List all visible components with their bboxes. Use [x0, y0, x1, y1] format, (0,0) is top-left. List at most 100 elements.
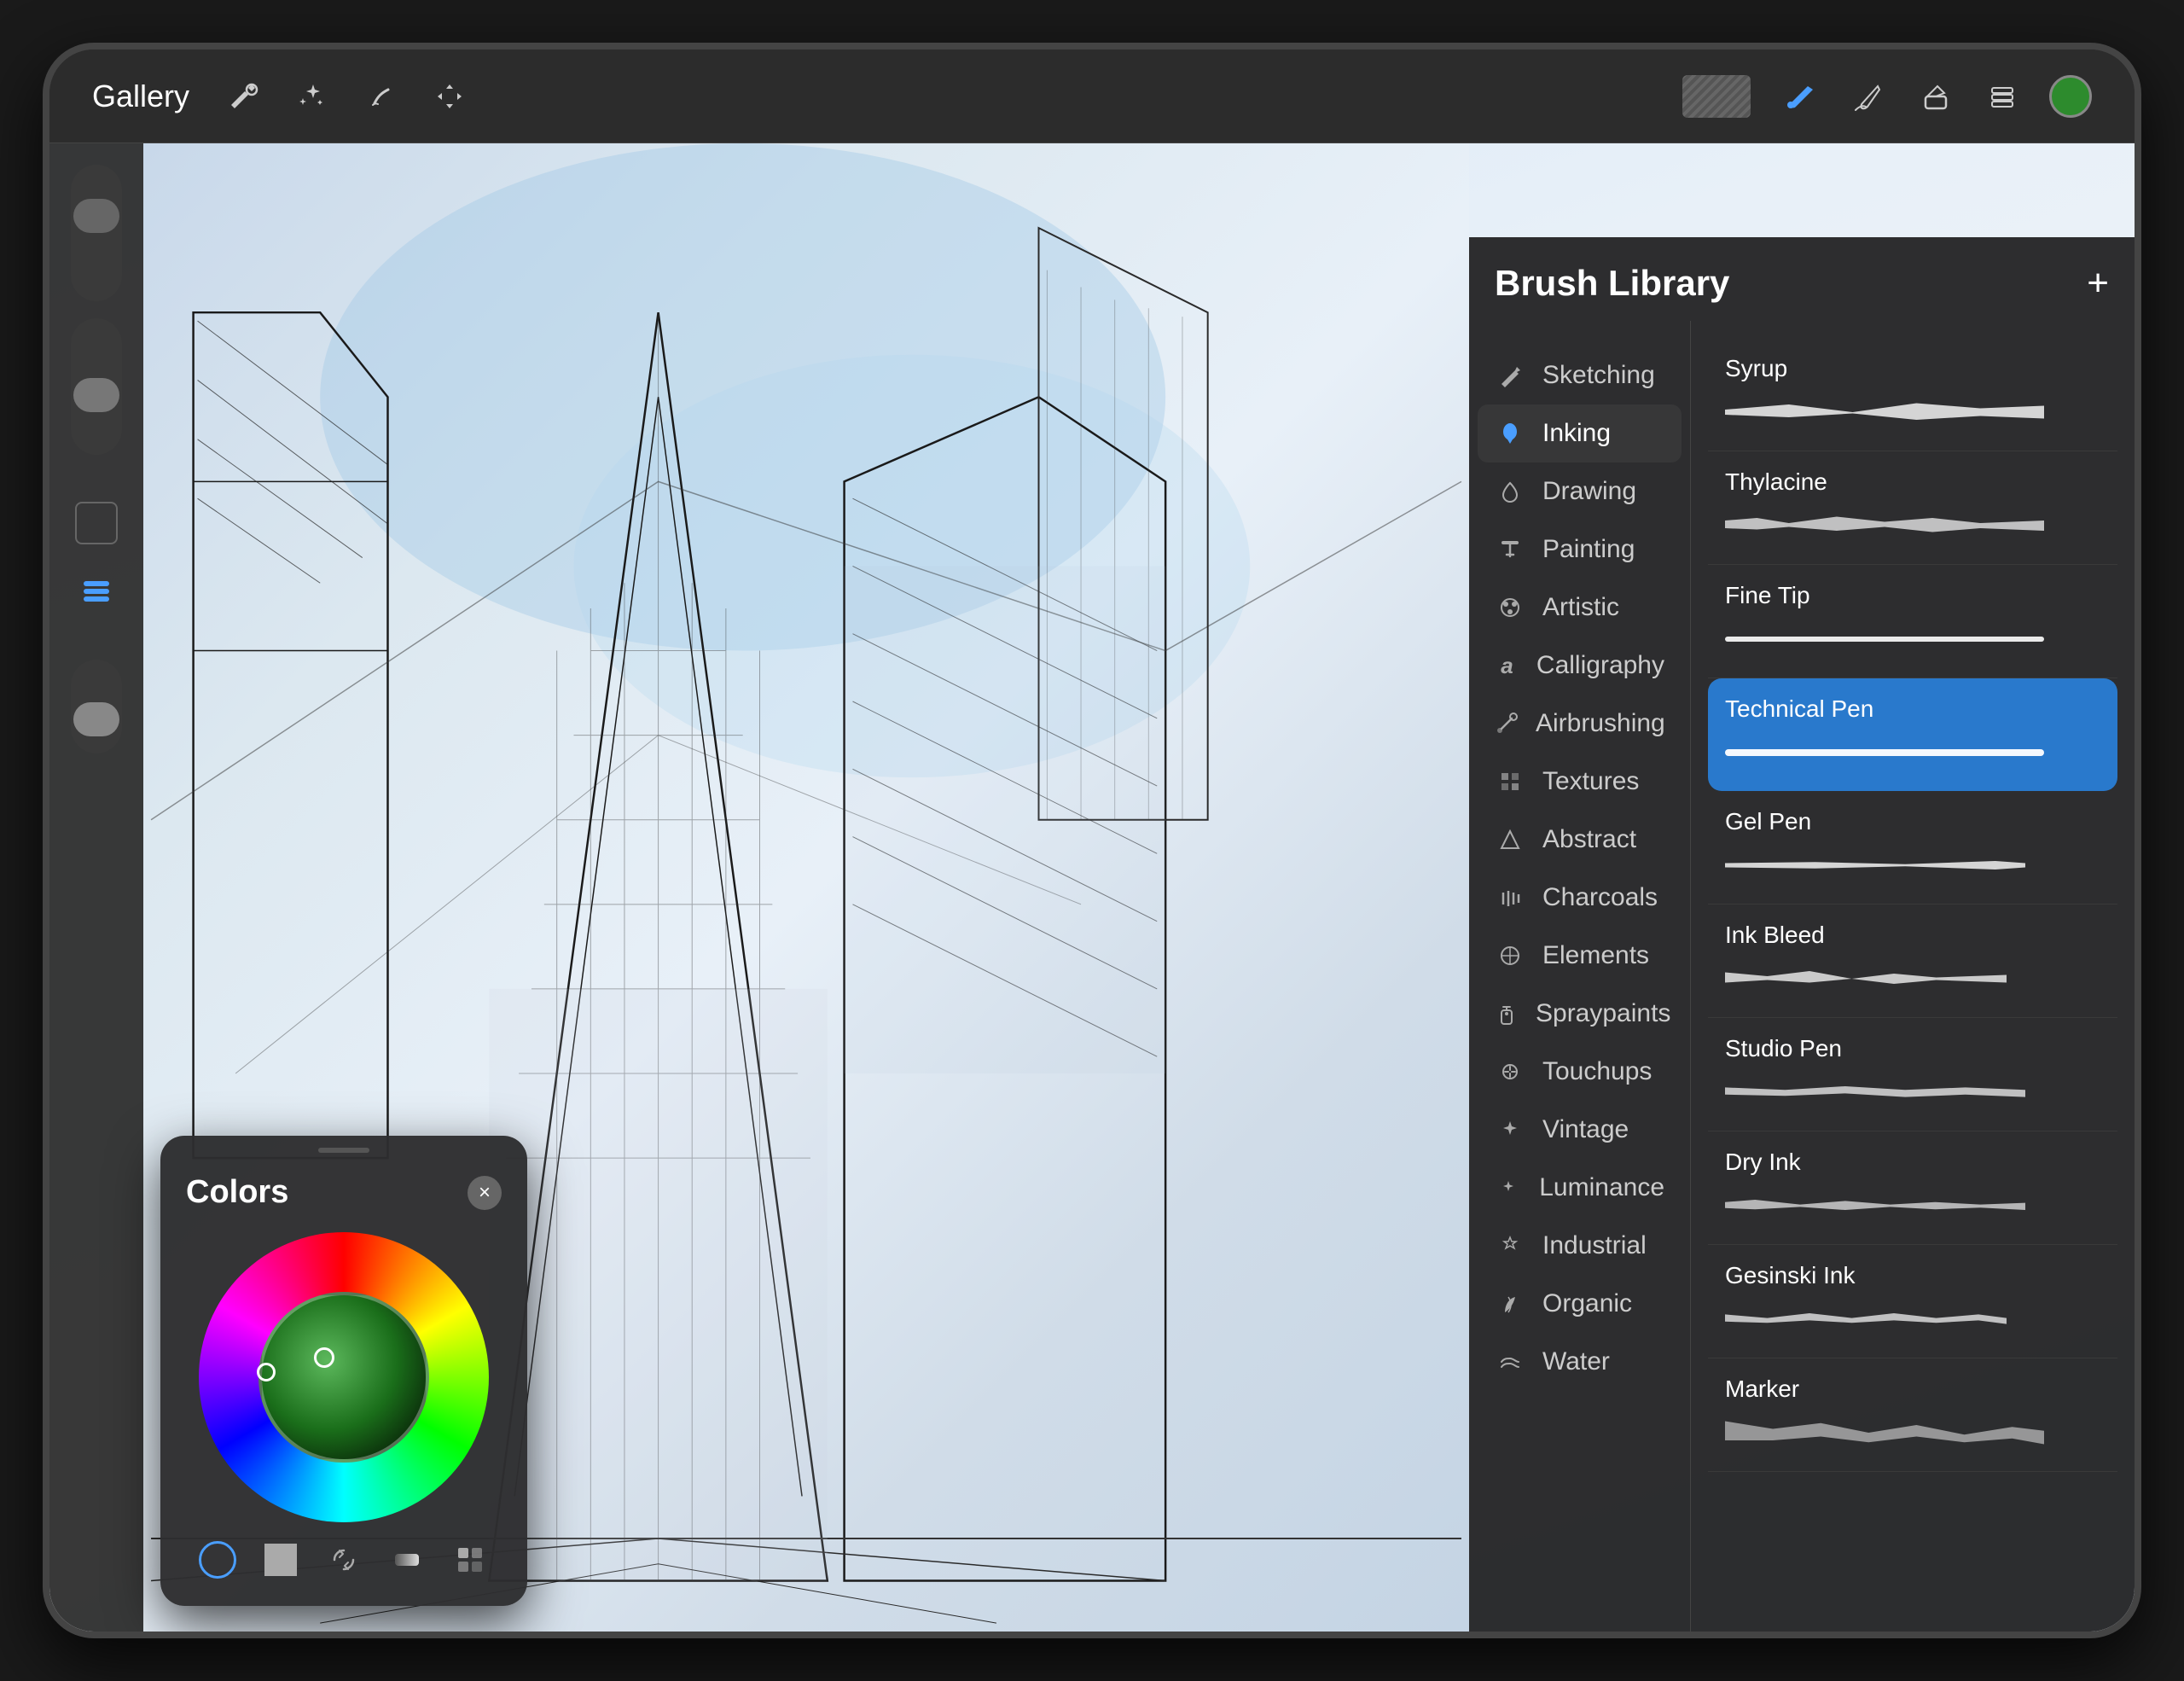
- brush-name-dry-ink: Dry Ink: [1725, 1149, 2100, 1176]
- canvas-area[interactable]: Brush Library + Sketching: [49, 143, 2135, 1632]
- textures-icon: [1495, 766, 1525, 797]
- category-sketching[interactable]: Sketching: [1478, 346, 1682, 404]
- color-selector-dot[interactable]: [314, 1347, 334, 1368]
- category-calligraphy[interactable]: a Calligraphy: [1478, 637, 1682, 695]
- category-artistic[interactable]: Artistic: [1478, 579, 1682, 637]
- vintage-icon: [1495, 1114, 1525, 1145]
- color-square-tool[interactable]: [260, 1539, 301, 1580]
- stroke-preview-thylacine: [1725, 504, 2100, 547]
- brush-item-dry-ink[interactable]: Dry Ink: [1708, 1131, 2117, 1245]
- organic-icon: [1495, 1288, 1525, 1319]
- stroke-preview-dry-ink: [1725, 1184, 2100, 1227]
- stroke-preview-syrup: [1725, 391, 2100, 433]
- opacity-slider[interactable]: [71, 165, 122, 301]
- stroke-shape-gesinski-ink: [1725, 1307, 2007, 1331]
- stroke-shape-technical-pen: [1725, 749, 2044, 756]
- category-charcoals[interactable]: Charcoals: [1478, 869, 1682, 927]
- category-industrial[interactable]: Industrial: [1478, 1217, 1682, 1275]
- secondary-slider[interactable]: [71, 660, 122, 753]
- brush-item-thylacine[interactable]: Thylacine: [1708, 451, 2117, 565]
- artistic-icon: [1495, 592, 1525, 623]
- category-abstract[interactable]: Abstract: [1478, 811, 1682, 869]
- left-panel: [49, 143, 143, 1632]
- category-painting[interactable]: Painting: [1478, 521, 1682, 579]
- color-gradient-tool[interactable]: [386, 1539, 427, 1580]
- color-swatch[interactable]: [2049, 75, 2092, 118]
- colors-popup: Colors ×: [160, 1136, 527, 1606]
- drag-handle: [318, 1148, 369, 1153]
- luminance-icon: [1495, 1172, 1522, 1203]
- brush-item-gel-pen[interactable]: Gel Pen: [1708, 791, 2117, 904]
- category-vintage[interactable]: Vintage: [1478, 1101, 1682, 1159]
- brush-item-studio-pen[interactable]: Studio Pen: [1708, 1018, 2117, 1131]
- painting-icon: [1495, 534, 1525, 565]
- layers-icon[interactable]: [1981, 75, 2024, 118]
- brush-name-syrup: Syrup: [1725, 355, 2100, 382]
- category-spraypaints[interactable]: Spraypaints: [1478, 985, 1682, 1043]
- stroke-shape-thylacine: [1725, 513, 2044, 538]
- brush-item-syrup[interactable]: Syrup: [1708, 338, 2117, 451]
- brush-library-title: Brush Library: [1495, 263, 1729, 304]
- brush-item-marker[interactable]: Marker: [1708, 1358, 2117, 1472]
- color-harmony-tool[interactable]: [323, 1539, 364, 1580]
- water-icon: [1495, 1347, 1525, 1377]
- abstract-icon: [1495, 824, 1525, 855]
- inking-icon: [1495, 418, 1525, 449]
- color-disc-tool[interactable]: [197, 1539, 238, 1580]
- category-luminance[interactable]: Luminance: [1478, 1159, 1682, 1217]
- stroke-shape-ink-bleed: [1725, 966, 2007, 992]
- colors-header: Colors ×: [186, 1161, 502, 1211]
- category-water[interactable]: Water: [1478, 1333, 1682, 1391]
- brush-tool-icon[interactable]: [1776, 75, 1819, 118]
- color-palette-tool[interactable]: [450, 1539, 491, 1580]
- disc-icon: [199, 1541, 236, 1579]
- brush-name-marker: Marker: [1725, 1376, 2100, 1403]
- category-organic[interactable]: Organic: [1478, 1275, 1682, 1333]
- stroke-shape-dry-ink: [1725, 1194, 2025, 1218]
- brush-item-gesinski-ink[interactable]: Gesinski Ink: [1708, 1245, 2117, 1358]
- color-wheel-container[interactable]: [199, 1232, 489, 1522]
- undo-button[interactable]: [75, 502, 118, 544]
- stroke-shape-marker: [1725, 1414, 2044, 1452]
- brush-list-inner: Syrup Thylacine: [1691, 338, 2135, 1472]
- category-touchups[interactable]: Touchups: [1478, 1043, 1682, 1101]
- gallery-button[interactable]: Gallery: [92, 79, 189, 114]
- drawing-icon: [1495, 476, 1525, 507]
- toolbar-icons: [224, 75, 471, 118]
- square-icon: [264, 1544, 297, 1576]
- color-wheel-inner[interactable]: [258, 1292, 429, 1463]
- airbrushing-icon: [1495, 708, 1519, 739]
- stroke-shape-gel-pen: [1725, 855, 2025, 876]
- stroke-preview-gel-pen: [1725, 844, 2100, 887]
- colors-close-button[interactable]: ×: [468, 1176, 502, 1210]
- category-elements[interactable]: Elements: [1478, 927, 1682, 985]
- smudge-tool-icon[interactable]: [1844, 75, 1887, 118]
- smudge-icon[interactable]: [360, 75, 403, 118]
- magic-icon[interactable]: [292, 75, 334, 118]
- color-outer-dot[interactable]: [257, 1363, 276, 1381]
- stroke-preview-gesinski-ink: [1725, 1298, 2100, 1341]
- add-brush-button[interactable]: +: [2087, 265, 2109, 302]
- brush-categories: Sketching Inking Drawing: [1469, 321, 1691, 1632]
- colors-title: Colors: [186, 1174, 288, 1211]
- category-inking[interactable]: Inking: [1478, 404, 1682, 462]
- transform-icon[interactable]: [428, 75, 471, 118]
- brush-item-technical-pen[interactable]: Technical Pen: [1708, 678, 2117, 791]
- stroke-preview-ink-bleed: [1725, 957, 2100, 1000]
- brush-list: Syrup Thylacine: [1691, 321, 2135, 1632]
- category-airbrushing[interactable]: Airbrushing: [1478, 695, 1682, 753]
- color-wheel[interactable]: [199, 1232, 489, 1522]
- brush-name-gesinski-ink: Gesinski Ink: [1725, 1262, 2100, 1289]
- wrench-icon[interactable]: [224, 75, 266, 118]
- elements-icon: [1495, 940, 1525, 971]
- category-drawing[interactable]: Drawing: [1478, 462, 1682, 521]
- brush-item-ink-bleed[interactable]: Ink Bleed: [1708, 904, 2117, 1018]
- stroke-preview-marker: [1725, 1411, 2100, 1454]
- category-textures[interactable]: Textures: [1478, 753, 1682, 811]
- brush-item-fine-tip[interactable]: Fine Tip: [1708, 565, 2117, 678]
- ipad-frame: Gallery: [43, 43, 2141, 1638]
- eraser-icon[interactable]: [1913, 75, 1955, 118]
- brush-active-indicator: [1682, 75, 1751, 118]
- stroke-preview-technical-pen: [1725, 731, 2100, 774]
- size-slider[interactable]: [71, 318, 122, 455]
